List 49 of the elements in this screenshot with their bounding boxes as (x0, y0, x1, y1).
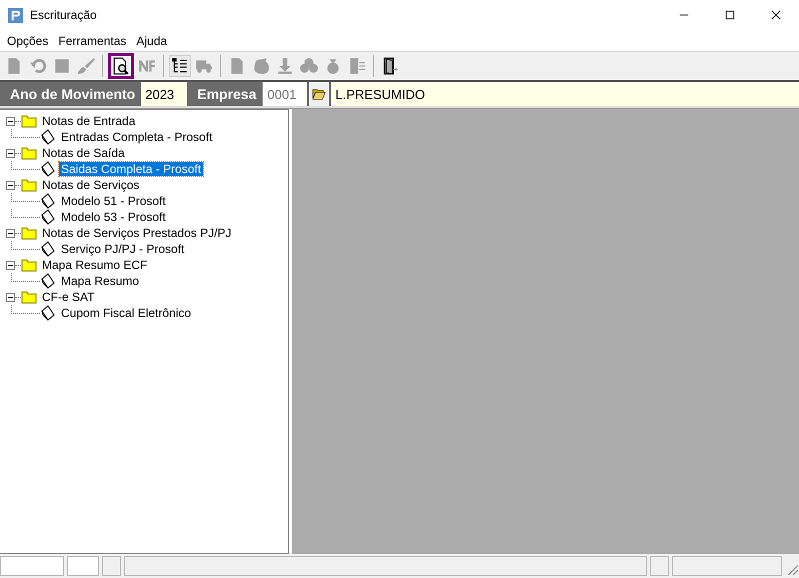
folder-icon (311, 87, 328, 101)
window-title: Escrituração (30, 8, 97, 22)
collapse-icon[interactable] (6, 260, 15, 270)
folder-icon (21, 178, 37, 192)
company-code-field[interactable]: 0001 (262, 82, 308, 106)
menu-item[interactable]: Opções (2, 34, 54, 48)
note-icon (40, 273, 56, 289)
tree-list-button[interactable] (169, 55, 191, 77)
status-panel (67, 556, 99, 576)
folder-icon (21, 114, 37, 128)
tree-item[interactable]: Mapa Resumo (59, 274, 142, 288)
menu-item[interactable]: Ferramentas (53, 34, 132, 48)
tree-item[interactable]: Notas de Saída (40, 146, 127, 160)
tree-item[interactable]: Mapa Resumo ECF (40, 258, 150, 272)
collapse-icon[interactable] (6, 292, 15, 302)
app-icon (8, 8, 23, 22)
company-name-field[interactable]: L.PRESUMIDO (331, 82, 799, 106)
folder-icon (21, 290, 37, 304)
tree-item[interactable]: Notas de Serviços (40, 178, 142, 192)
tree-item[interactable]: CF-e SAT (40, 290, 96, 304)
collapse-icon[interactable] (6, 116, 15, 126)
tree-item[interactable]: Entradas Completa - Prosoft (59, 130, 214, 144)
tree-item[interactable]: Saidas Completa - Prosoft (59, 162, 204, 176)
note-icon (40, 161, 56, 177)
tree-item[interactable]: Cupom Fiscal Eletrônico (59, 306, 194, 320)
folder-icon (21, 226, 37, 240)
note-icon (40, 209, 56, 225)
tree-item[interactable]: Notas de Entrada (40, 114, 138, 128)
collapse-icon[interactable] (6, 228, 15, 238)
maximize-icon[interactable] (725, 10, 735, 20)
close-icon[interactable] (771, 10, 781, 20)
tree-item[interactable]: Modelo 53 - Prosoft (59, 210, 168, 224)
tree-item[interactable]: Serviço PJ/PJ - Prosoft (59, 242, 186, 256)
year-field[interactable]: 2023 (141, 82, 188, 106)
note-icon (40, 241, 56, 257)
company-label: Empresa (196, 85, 258, 104)
collapse-icon[interactable] (6, 180, 15, 190)
menu-item[interactable]: Ajuda (131, 34, 172, 48)
folder-icon (21, 258, 37, 272)
note-icon (40, 129, 56, 145)
open-folder-button[interactable] (309, 82, 330, 106)
tree-item[interactable]: Notas de Serviços Prestados PJ/PJ (40, 226, 234, 240)
note-icon (40, 193, 56, 209)
tree-item[interactable]: Modelo 51 - Prosoft (59, 194, 168, 208)
year-label: Ano de Movimento (9, 85, 136, 104)
status-panel (0, 556, 64, 576)
folder-icon (21, 146, 37, 160)
collapse-icon[interactable] (6, 148, 15, 158)
note-icon (40, 305, 56, 321)
